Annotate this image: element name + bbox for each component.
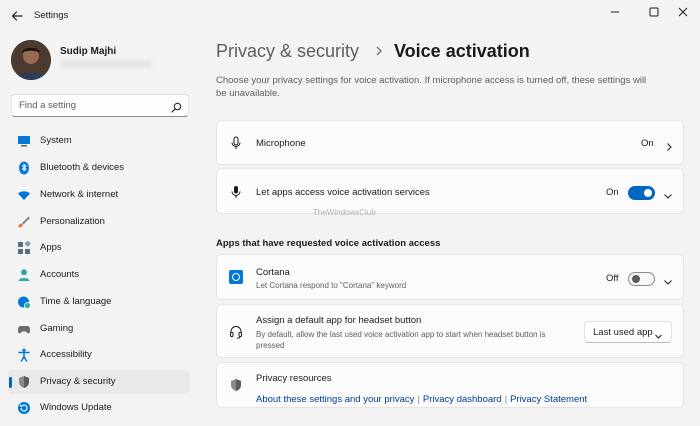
back-arrow-icon[interactable] <box>10 9 24 23</box>
apps-section-heading: Apps that have requested voice activatio… <box>216 238 441 249</box>
sidebar-item-label: System <box>40 135 72 146</box>
sidebar-item-network[interactable]: Network & internet <box>8 183 190 207</box>
headset-button-row: Assign a default app for headset button … <box>216 304 684 358</box>
about-privacy-link[interactable]: About these settings and your privacy <box>256 394 414 405</box>
headset-description: By default, allow the last used voice ac… <box>256 330 546 350</box>
sidebar-item-accessibility[interactable]: Accessibility <box>8 343 190 367</box>
sidebar-item-label: Apps <box>40 242 62 253</box>
sidebar: Sudip Majhi Find a setting System Blueto… <box>0 32 198 426</box>
sidebar-item-personalization[interactable]: Personalization <box>8 210 190 234</box>
voice-services-toggle[interactable] <box>628 186 655 200</box>
sidebar-item-label: Personalization <box>40 216 105 227</box>
search-placeholder: Find a setting <box>19 100 77 111</box>
chevron-down-icon[interactable] <box>663 188 673 199</box>
sidebar-item-privacy-security[interactable]: Privacy & security <box>8 370 190 394</box>
privacy-links: About these settings and your privacy | Pr… <box>256 394 588 405</box>
sidebar-item-gaming[interactable]: Gaming <box>8 317 190 341</box>
sidebar-item-label: Network & internet <box>40 189 119 200</box>
sidebar-item-label: Time & language <box>40 296 112 307</box>
breadcrumb-chevron-icon <box>373 44 385 58</box>
page-title: Voice activation <box>394 41 530 61</box>
watermark: TheWindowsClub <box>313 208 376 217</box>
microphone-state: On <box>641 138 654 149</box>
cortana-label: Cortana <box>256 267 290 278</box>
main-content: Privacy & security Voice activation Choo… <box>198 32 700 426</box>
sidebar-item-label: Privacy & security <box>40 376 116 387</box>
sidebar-item-label: Accounts <box>40 269 80 280</box>
person-icon <box>17 268 31 282</box>
sidebar-item-windows-update[interactable]: Windows Update <box>8 396 190 420</box>
sidebar-item-time-language[interactable]: Time & language <box>8 290 190 314</box>
cortana-icon <box>229 270 243 284</box>
globe-clock-icon <box>17 295 31 309</box>
cortana-state: Off <box>606 273 619 284</box>
cortana-row[interactable]: Cortana Let Cortana respond to "Cortana"… <box>216 254 684 300</box>
chevron-down-icon <box>654 328 663 339</box>
cortana-description: Let Cortana respond to "Cortana" keyword <box>256 281 407 290</box>
user-email-blurred <box>60 60 152 68</box>
search-input[interactable]: Find a setting <box>11 94 189 117</box>
avatar[interactable] <box>11 40 51 80</box>
microphone-setting-row[interactable]: Microphone On <box>216 120 684 165</box>
cortana-toggle[interactable] <box>628 272 655 286</box>
breadcrumb-parent[interactable]: Privacy & security <box>216 41 359 62</box>
microphone-icon <box>229 185 243 199</box>
user-name: Sudip Majhi <box>60 46 117 57</box>
chevron-right-icon <box>664 139 674 151</box>
privacy-resources-row: Privacy resources About these settings a… <box>216 362 684 408</box>
monitor-icon <box>17 134 31 148</box>
minimize-icon[interactable] <box>598 0 632 24</box>
privacy-statement-link[interactable]: Privacy Statement <box>510 394 587 405</box>
headset-icon <box>229 325 243 339</box>
headset-app-dropdown[interactable]: Last used app <box>584 321 672 343</box>
privacy-resources-label: Privacy resources <box>256 373 332 384</box>
selection-indicator <box>9 377 12 388</box>
window-title: Settings <box>34 10 69 21</box>
privacy-dashboard-link[interactable]: Privacy dashboard <box>423 394 502 405</box>
gamepad-icon <box>17 322 31 336</box>
sidebar-item-system[interactable]: System <box>8 129 190 153</box>
chevron-down-icon[interactable] <box>663 274 673 285</box>
sidebar-item-label: Bluetooth & devices <box>40 162 124 173</box>
shield-icon <box>229 378 243 392</box>
apps-icon <box>17 240 31 255</box>
update-icon <box>17 401 31 415</box>
close-icon[interactable] <box>666 0 700 24</box>
sidebar-item-label: Windows Update <box>40 402 112 413</box>
microphone-label: Microphone <box>256 138 306 149</box>
microphone-icon <box>229 136 243 150</box>
shield-icon <box>17 375 31 389</box>
sidebar-item-apps[interactable]: Apps <box>8 236 190 260</box>
wifi-icon <box>17 188 31 202</box>
voice-services-state: On <box>606 187 619 198</box>
sidebar-item-label: Accessibility <box>40 349 92 360</box>
voice-services-label: Let apps access voice activation service… <box>256 187 430 198</box>
page-description: Choose your privacy settings for voice a… <box>216 75 647 99</box>
title-bar: Settings <box>0 0 700 32</box>
sidebar-item-label: Gaming <box>40 323 74 334</box>
headset-label: Assign a default app for headset button <box>256 315 422 326</box>
sidebar-item-accounts[interactable]: Accounts <box>8 263 190 287</box>
paintbrush-icon <box>17 215 31 229</box>
voice-activation-services-row[interactable]: Let apps access voice activation service… <box>216 168 684 214</box>
sidebar-item-bluetooth[interactable]: Bluetooth & devices <box>8 156 190 180</box>
accessibility-icon <box>17 348 31 362</box>
search-icon[interactable] <box>171 100 182 113</box>
dropdown-selected-value: Last used app <box>593 327 653 338</box>
bluetooth-icon <box>17 161 31 175</box>
